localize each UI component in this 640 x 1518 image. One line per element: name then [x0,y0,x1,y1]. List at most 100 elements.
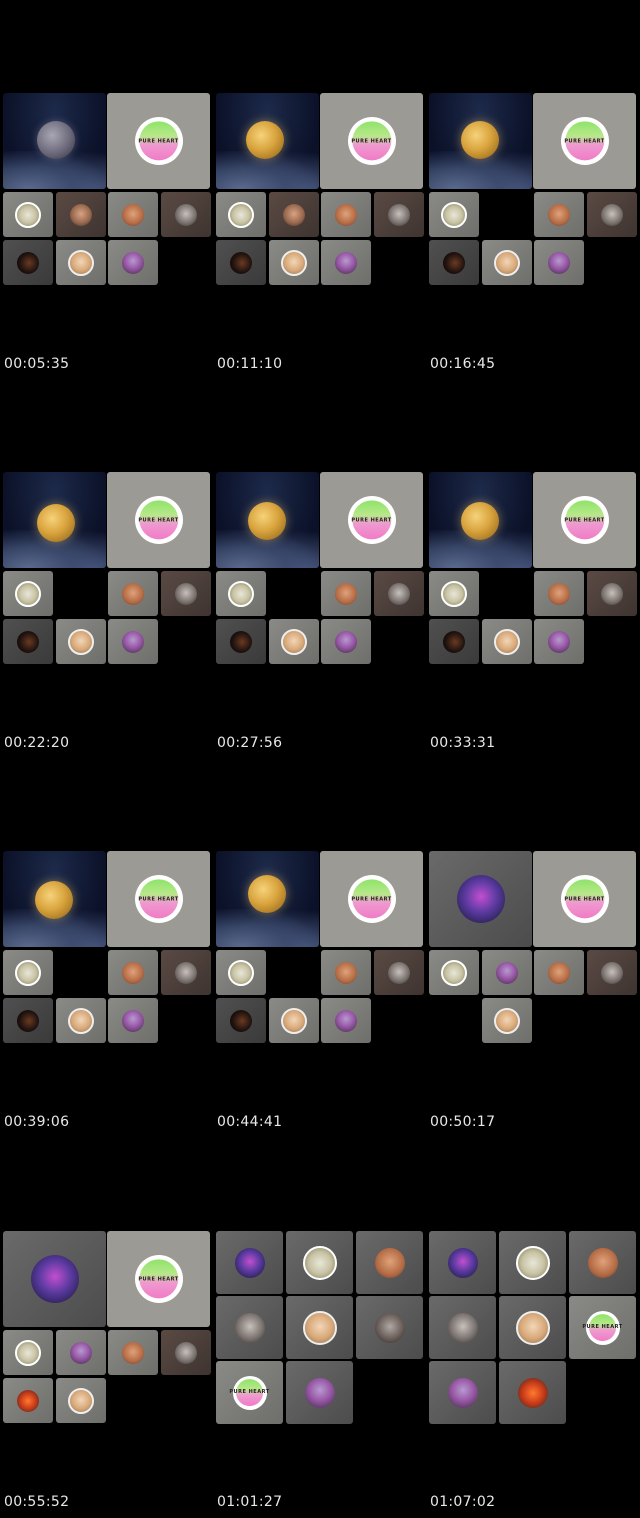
participant-tile[interactable] [3,1330,53,1375]
participant-tile[interactable] [534,619,584,664]
participant-tile[interactable] [55,998,106,1043]
participant-tile[interactable] [429,1231,496,1294]
video-thumbnail[interactable]: PURE HEART [429,472,637,682]
participant-tile[interactable] [356,1296,423,1359]
participant-tile[interactable] [216,571,266,616]
main-video-tile[interactable] [216,472,319,568]
participant-tile[interactable] [216,950,266,995]
pure-heart-tile[interactable]: PURE HEART [533,93,636,189]
main-video-tile[interactable] [3,1231,106,1327]
participant-tile[interactable] [55,240,106,285]
participant-tile[interactable] [481,998,532,1043]
participant-tile[interactable] [268,240,319,285]
participant-tile[interactable] [216,1231,283,1294]
participant-tile[interactable] [534,571,584,616]
video-thumbnail[interactable]: PURE HEART [3,93,211,303]
pure-heart-tile[interactable]: PURE HEART [107,472,210,568]
participant-tile[interactable] [55,1330,106,1375]
participant-tile[interactable] [373,950,424,995]
participant-tile[interactable] [3,998,53,1043]
pure-heart-tile[interactable]: PURE HEART [320,851,423,947]
participant-tile[interactable] [268,998,319,1043]
participant-tile[interactable] [499,1231,566,1294]
participant-tile[interactable] [160,192,211,237]
participant-tile[interactable] [534,950,584,995]
participant-tile[interactable] [586,192,637,237]
participant-tile[interactable] [55,1378,106,1423]
participant-tile[interactable] [321,950,371,995]
video-thumbnail[interactable]: PURE HEART [216,1231,424,1441]
participant-tile[interactable] [3,240,53,285]
participant-tile[interactable] [160,1330,211,1375]
pure-heart-tile[interactable]: PURE HEART [533,472,636,568]
participant-tile[interactable] [286,1231,353,1294]
participant-tile[interactable]: PURE HEART [569,1296,636,1359]
main-video-tile[interactable] [3,93,106,189]
main-video-tile[interactable] [216,851,319,947]
main-video-tile[interactable] [3,472,106,568]
participant-tile[interactable] [108,950,158,995]
participant-tile[interactable] [499,1296,566,1359]
participant-tile[interactable] [3,1378,53,1423]
participant-tile[interactable] [534,192,584,237]
participant-tile[interactable] [216,1296,283,1359]
pure-heart-tile[interactable]: PURE HEART [107,1231,210,1327]
video-thumbnail[interactable]: PURE HEART [3,851,211,1061]
participant-tile[interactable] [216,619,266,664]
participant-tile[interactable] [286,1296,353,1359]
participant-tile[interactable] [286,1361,353,1424]
video-thumbnail[interactable]: PURE HEART [429,93,637,303]
participant-tile[interactable] [429,1296,496,1359]
participant-tile[interactable] [108,192,158,237]
participant-tile[interactable] [108,998,158,1043]
video-thumbnail[interactable]: PURE HEART [216,851,424,1061]
participant-tile[interactable] [3,619,53,664]
participant-tile[interactable] [569,1231,636,1294]
participant-tile[interactable] [356,1231,423,1294]
participant-tile[interactable] [481,950,532,995]
participant-tile[interactable] [321,192,371,237]
participant-tile[interactable] [3,192,53,237]
video-thumbnail[interactable]: PURE HEART [429,1231,637,1441]
pure-heart-tile[interactable]: PURE HEART [320,472,423,568]
participant-tile[interactable]: PURE HEART [216,1361,283,1424]
pure-heart-tile[interactable]: PURE HEART [107,93,210,189]
participant-tile[interactable] [429,950,479,995]
participant-tile[interactable] [160,950,211,995]
participant-tile[interactable] [429,1361,496,1424]
participant-tile[interactable] [108,571,158,616]
main-video-tile[interactable] [429,472,532,568]
participant-tile[interactable] [108,619,158,664]
video-thumbnail[interactable]: PURE HEART [3,1231,211,1441]
participant-tile[interactable] [3,950,53,995]
video-thumbnail[interactable]: PURE HEART [429,851,637,1061]
participant-tile[interactable] [429,240,479,285]
participant-tile[interactable] [3,571,53,616]
pure-heart-tile[interactable]: PURE HEART [320,93,423,189]
main-video-tile[interactable] [429,93,532,189]
participant-tile[interactable] [499,1361,566,1424]
main-video-tile[interactable] [3,851,106,947]
participant-tile[interactable] [321,571,371,616]
participant-tile[interactable] [216,998,266,1043]
participant-tile[interactable] [429,619,479,664]
participant-tile[interactable] [216,192,266,237]
participant-tile[interactable] [268,619,319,664]
participant-tile[interactable] [55,192,106,237]
participant-tile[interactable] [321,619,371,664]
participant-tile[interactable] [160,571,211,616]
main-video-tile[interactable] [429,851,532,947]
participant-tile[interactable] [429,571,479,616]
video-thumbnail[interactable]: PURE HEART [3,472,211,682]
participant-tile[interactable] [108,240,158,285]
participant-tile[interactable] [216,240,266,285]
pure-heart-tile[interactable]: PURE HEART [107,851,210,947]
participant-tile[interactable] [586,950,637,995]
participant-tile[interactable] [108,1330,158,1375]
video-thumbnail[interactable]: PURE HEART [216,472,424,682]
participant-tile[interactable] [373,192,424,237]
participant-tile[interactable] [55,619,106,664]
participant-tile[interactable] [429,192,479,237]
participant-tile[interactable] [373,571,424,616]
video-thumbnail[interactable]: PURE HEART [216,93,424,303]
